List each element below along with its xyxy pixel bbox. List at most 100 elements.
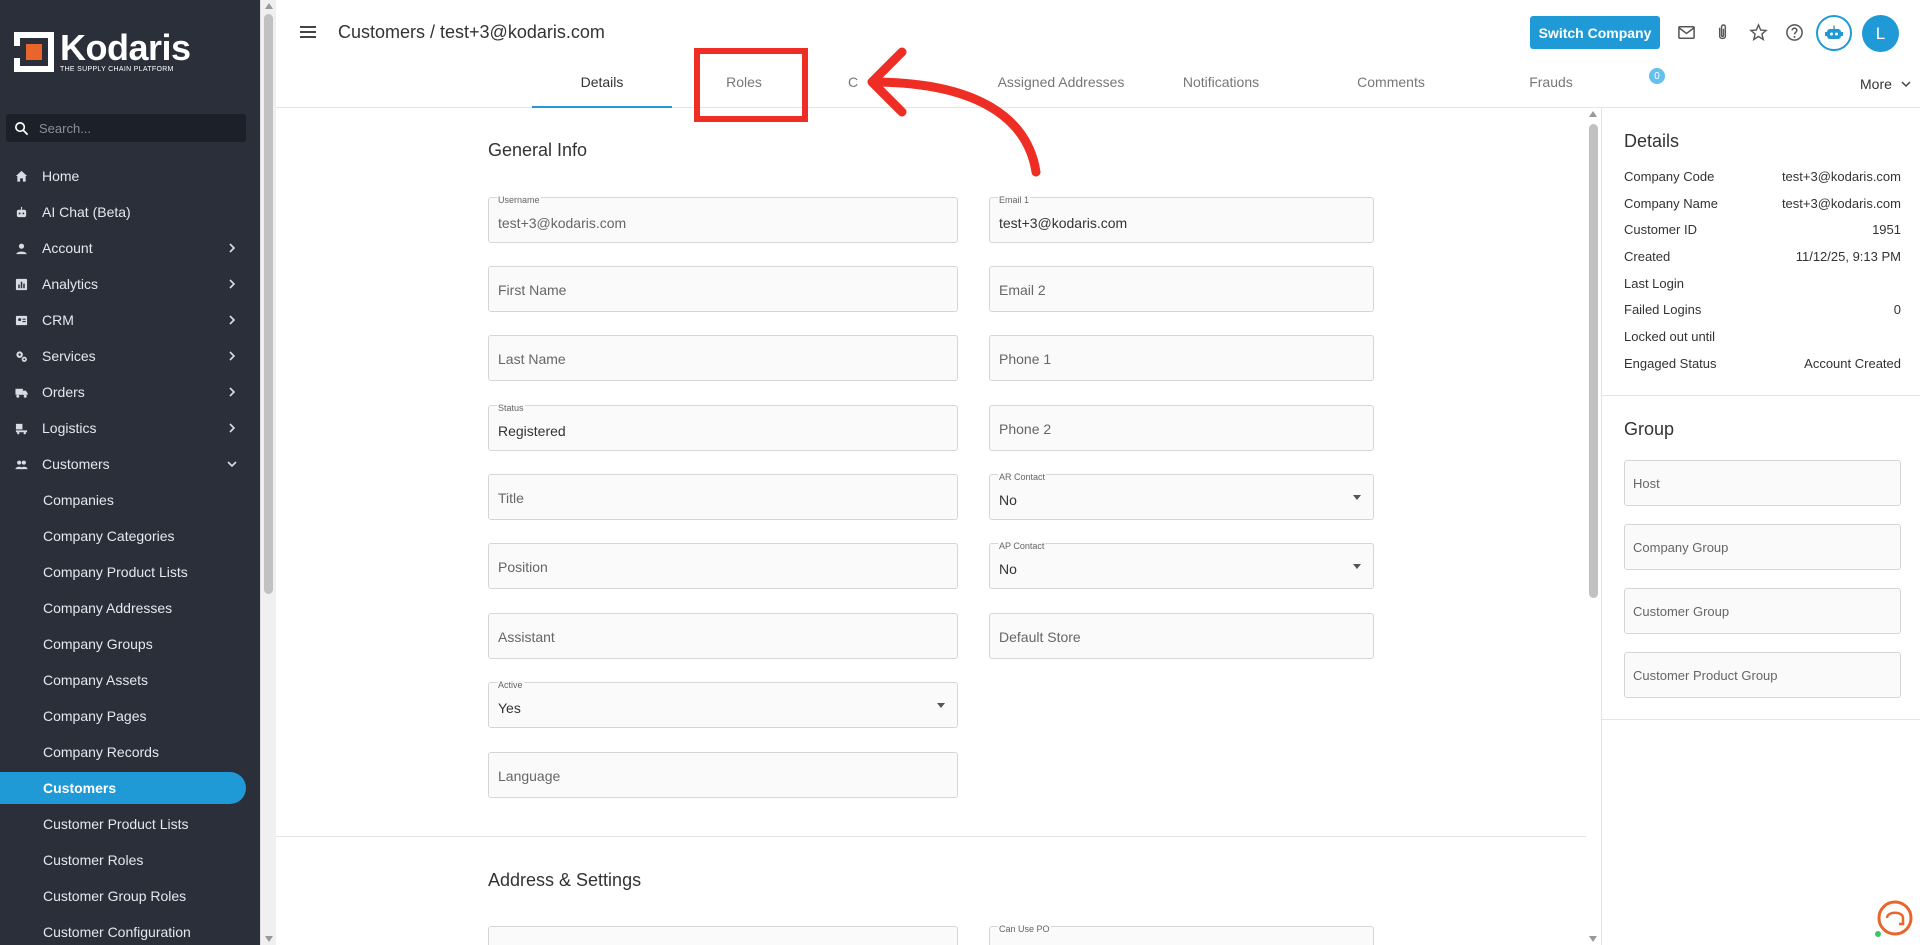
- tab-frauds[interactable]: Frauds: [1416, 74, 1686, 108]
- chevron-right-icon: [226, 277, 238, 289]
- mail-icon[interactable]: [1676, 22, 1696, 42]
- sidebar-item-customers[interactable]: Customers: [0, 447, 248, 481]
- language-field[interactable]: Language: [488, 752, 958, 798]
- field-value: No: [999, 561, 1017, 577]
- field-label: Status: [497, 403, 525, 413]
- main-scrollbar[interactable]: [1586, 108, 1600, 945]
- sidebar-search[interactable]: [6, 114, 246, 142]
- tab-label: Notifications: [1182, 74, 1260, 90]
- field-placeholder: Company Group: [1633, 540, 1729, 555]
- sidebar-subitem-company-records[interactable]: Company Records: [0, 736, 246, 768]
- tab-more[interactable]: More: [1860, 76, 1912, 92]
- details-value: Account Created: [1804, 356, 1901, 371]
- sidebar-subitem-company-categories[interactable]: Company Categories: [0, 520, 246, 552]
- sidebar-subitem-customers[interactable]: Customers: [0, 772, 246, 804]
- dropdown-caret-icon: [1353, 495, 1361, 500]
- tab-label: Comments: [1357, 74, 1425, 90]
- sidebar-subitem-company-assets[interactable]: Company Assets: [0, 664, 246, 696]
- customer-group-field[interactable]: Customer Group: [1624, 588, 1901, 634]
- gears-icon: [14, 349, 28, 363]
- active-select[interactable]: Active Yes: [488, 681, 958, 728]
- field-value: No: [999, 492, 1017, 508]
- details-value: 0: [1893, 302, 1901, 317]
- ar-contact-select[interactable]: AR Contact No: [989, 473, 1374, 520]
- truck-icon: [14, 385, 28, 399]
- phone-1-field[interactable]: Phone 1: [989, 335, 1374, 381]
- sidebar-item-home[interactable]: Home: [0, 159, 248, 193]
- details-row: Failed Logins 0: [1624, 302, 1901, 322]
- last-name-field[interactable]: Last Name: [488, 335, 958, 381]
- sidebar-item-crm[interactable]: CRM: [0, 303, 248, 337]
- phone-2-field[interactable]: Phone 2: [989, 405, 1374, 451]
- sidebar-subitem-companies[interactable]: Companies: [0, 484, 246, 516]
- sidebar-subitem-company-product-lists[interactable]: Company Product Lists: [0, 556, 246, 588]
- main-content: General Info Username test+3@kodaris.com…: [276, 108, 1598, 945]
- field-placeholder: Default Store: [999, 629, 1081, 645]
- details-value: 1951: [1872, 222, 1901, 237]
- user-avatar[interactable]: L: [1862, 15, 1899, 52]
- sidebar-item-ai-chat[interactable]: AI Chat (Beta): [0, 195, 248, 229]
- scroll-down-arrow-icon[interactable]: [265, 936, 273, 942]
- sidebar-item-services[interactable]: Services: [0, 339, 248, 373]
- host-field[interactable]: Host: [1624, 460, 1901, 506]
- ap-contact-select[interactable]: AP Contact No: [989, 542, 1374, 589]
- sidebar-scrollbar[interactable]: [260, 0, 276, 945]
- sidebar-item-label: Logistics: [42, 420, 97, 436]
- sidebar-subitem-company-groups[interactable]: Company Groups: [0, 628, 246, 660]
- field-value: Registered: [498, 423, 566, 439]
- section-title-address-settings: Address & Settings: [488, 870, 642, 890]
- details-key: Failed Logins: [1624, 302, 1702, 317]
- address-field-partial[interactable]: [488, 926, 958, 945]
- email-1-field[interactable]: Email 1 test+3@kodaris.com: [989, 196, 1374, 243]
- default-store-field[interactable]: Default Store: [989, 613, 1374, 659]
- sidebar-subitem-customer-roles[interactable]: Customer Roles: [0, 844, 246, 876]
- chat-support-icon[interactable]: [1873, 898, 1913, 938]
- sidebar-item-orders[interactable]: Orders: [0, 375, 248, 409]
- sidebar-subitem-customer-configuration[interactable]: Customer Configuration: [0, 916, 246, 945]
- scroll-up-arrow-icon[interactable]: [1589, 111, 1597, 117]
- scrollbar-thumb[interactable]: [264, 14, 273, 594]
- tab-notifications[interactable]: Notifications: [1146, 74, 1296, 108]
- help-icon[interactable]: [1784, 22, 1804, 42]
- hamburger-menu-icon[interactable]: [298, 22, 318, 42]
- scrollbar-thumb[interactable]: [1589, 124, 1598, 598]
- group-panel-title: Group: [1624, 419, 1675, 439]
- sidebar-search-input[interactable]: [39, 120, 229, 136]
- sidebar-item-analytics[interactable]: Analytics: [0, 267, 248, 301]
- ai-assistant-robot-icon[interactable]: [1816, 15, 1852, 51]
- home-icon: [14, 169, 28, 183]
- paperclip-icon[interactable]: [1712, 22, 1732, 42]
- field-placeholder: Position: [498, 559, 548, 575]
- kodaris-logo[interactable]: Kodaris THE SUPPLY CHAIN PLATFORM: [14, 30, 191, 73]
- sidebar-item-label: Services: [42, 348, 96, 364]
- email-2-field[interactable]: Email 2: [989, 266, 1374, 312]
- sidebar-subitem-customer-product-lists[interactable]: Customer Product Lists: [0, 808, 246, 840]
- username-field[interactable]: Username test+3@kodaris.com: [488, 196, 958, 243]
- switch-company-button[interactable]: Switch Company: [1530, 16, 1660, 49]
- customer-product-group-field[interactable]: Customer Product Group: [1624, 652, 1901, 698]
- status-field[interactable]: Status Registered: [488, 403, 958, 451]
- company-group-field[interactable]: Company Group: [1624, 524, 1901, 570]
- star-icon[interactable]: [1748, 22, 1768, 42]
- tab-details[interactable]: Details: [532, 74, 672, 108]
- can-use-po-select[interactable]: Can Use PO: [989, 925, 1374, 945]
- scroll-up-arrow-icon[interactable]: [265, 3, 273, 9]
- scroll-down-arrow-icon[interactable]: [1589, 936, 1597, 942]
- field-placeholder: Customer Product Group: [1633, 668, 1778, 683]
- field-placeholder: Assistant: [498, 629, 555, 645]
- title-field[interactable]: Title: [488, 474, 958, 520]
- position-field[interactable]: Position: [488, 543, 958, 589]
- assistant-field[interactable]: Assistant: [488, 613, 958, 659]
- chevron-right-icon: [226, 349, 238, 361]
- tab-label: Frauds: [1529, 74, 1573, 90]
- sidebar-subitem-company-addresses[interactable]: Company Addresses: [0, 592, 246, 624]
- field-placeholder: Host: [1633, 476, 1660, 491]
- sidebar-item-logistics[interactable]: Logistics: [0, 411, 248, 445]
- sidebar-subitem-customer-group-roles[interactable]: Customer Group Roles: [0, 880, 246, 912]
- first-name-field[interactable]: First Name: [488, 266, 958, 312]
- sidebar-subitem-company-pages[interactable]: Company Pages: [0, 700, 246, 732]
- sidebar-item-account[interactable]: Account: [0, 231, 248, 265]
- panel-divider: [1602, 395, 1920, 396]
- field-placeholder: Customer Group: [1633, 604, 1730, 619]
- delivery-icon: [14, 421, 28, 435]
